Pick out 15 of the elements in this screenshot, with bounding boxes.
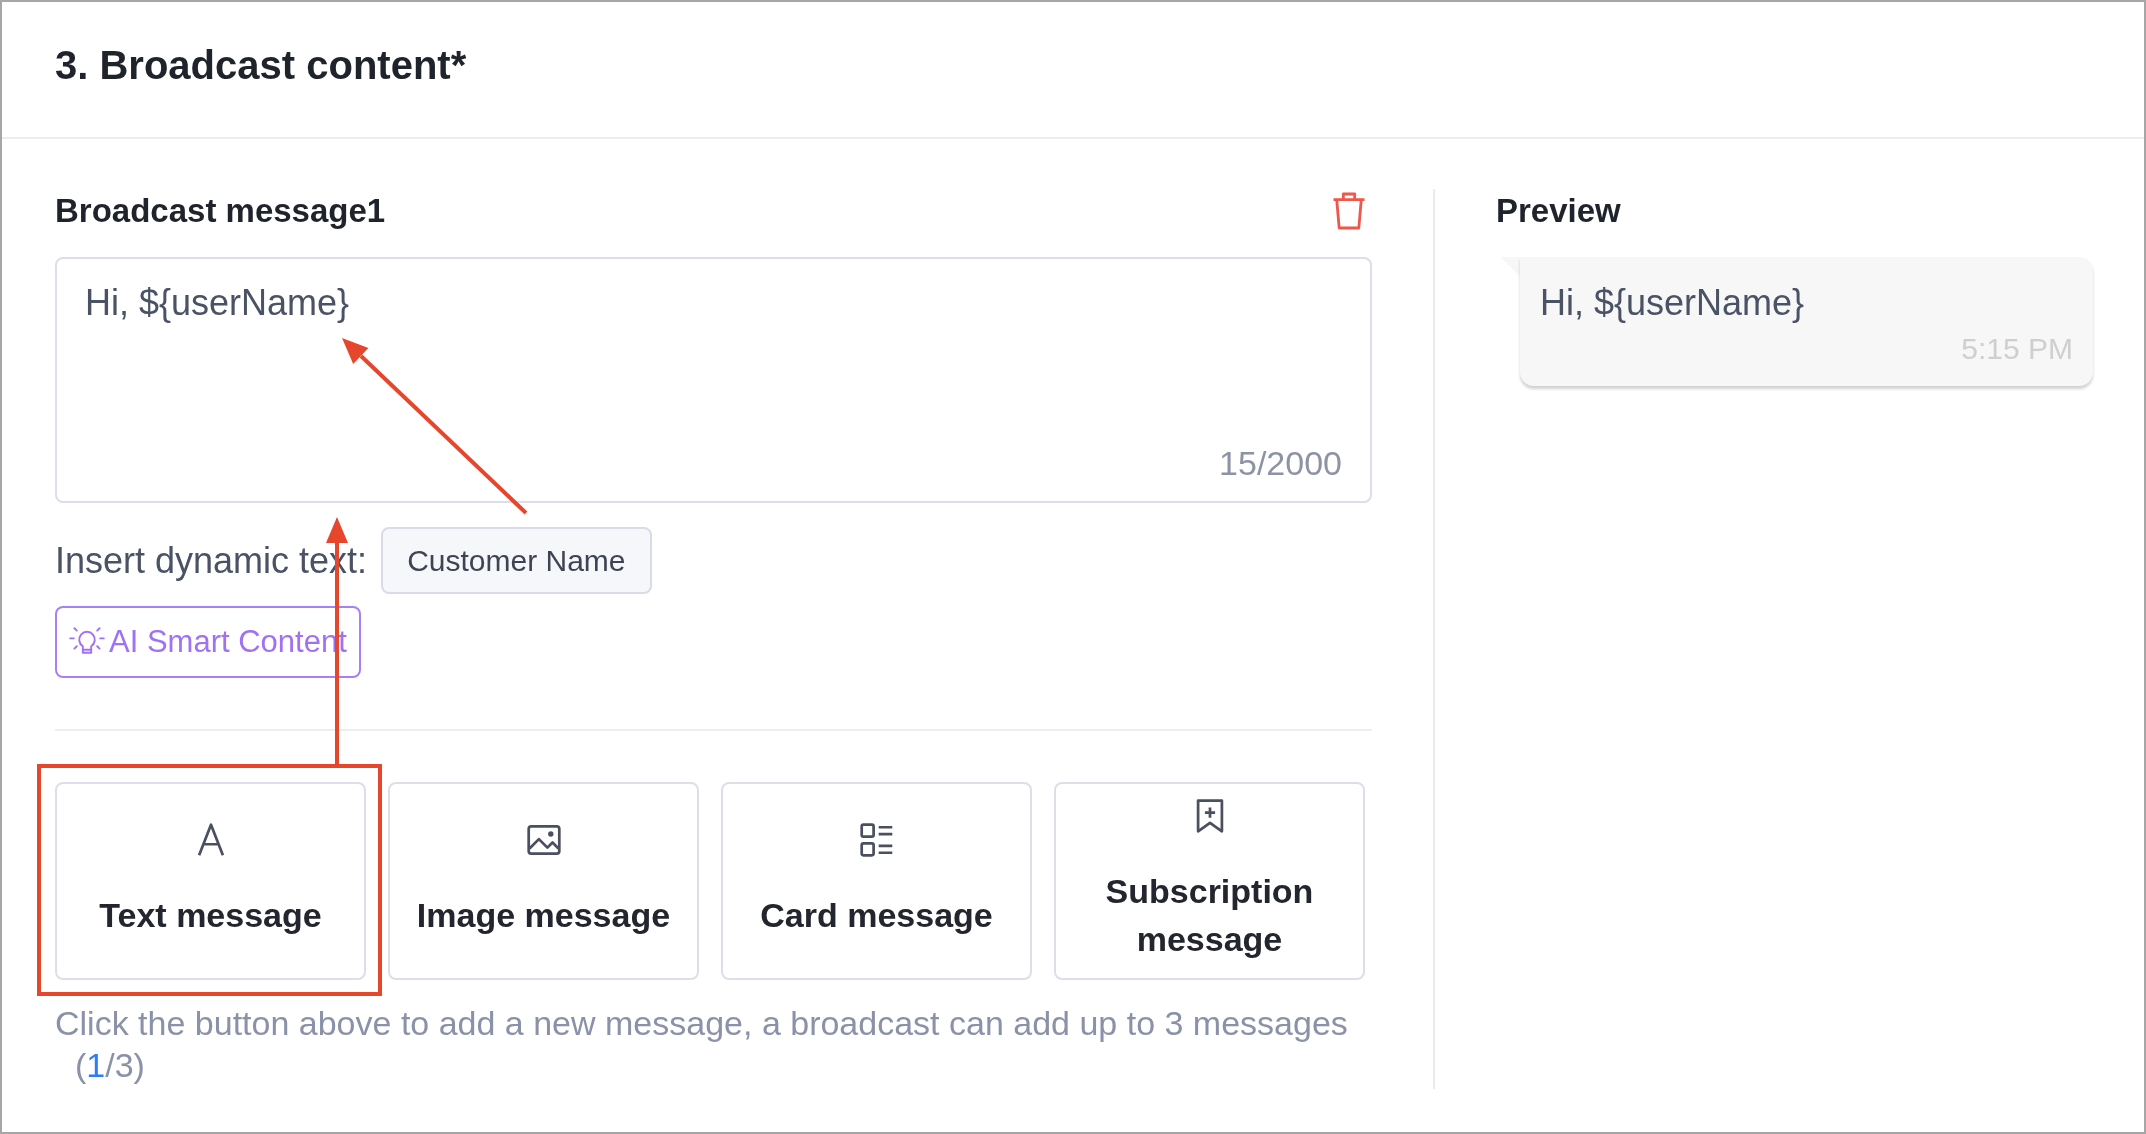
trash-icon[interactable] [1332, 192, 1366, 230]
message-field[interactable]: Hi, ${userName} 15/2000 [55, 257, 1372, 503]
list-icon [859, 823, 894, 857]
message-title: Broadcast message1 [55, 191, 386, 231]
character-counter: 15/2000 [1219, 443, 1342, 483]
customer-name-chip[interactable]: Customer Name [381, 527, 652, 594]
preview-title: Preview [1496, 191, 1621, 231]
message-text: Hi, ${userName} [1540, 281, 1806, 325]
image-message-button[interactable]: Image message [388, 782, 699, 980]
text-message-button[interactable]: Text message [55, 782, 366, 980]
card-message-button[interactable]: Card message [721, 782, 1032, 980]
hint-text: Click the button above to add a new message, a broadcast can add up to 3 messages (1/3) [55, 1003, 1349, 1086]
section-title: 3. Broadcast content* [55, 41, 467, 89]
subscription-message-button[interactable]: Subscription message [1054, 782, 1365, 980]
image-icon [526, 823, 561, 857]
